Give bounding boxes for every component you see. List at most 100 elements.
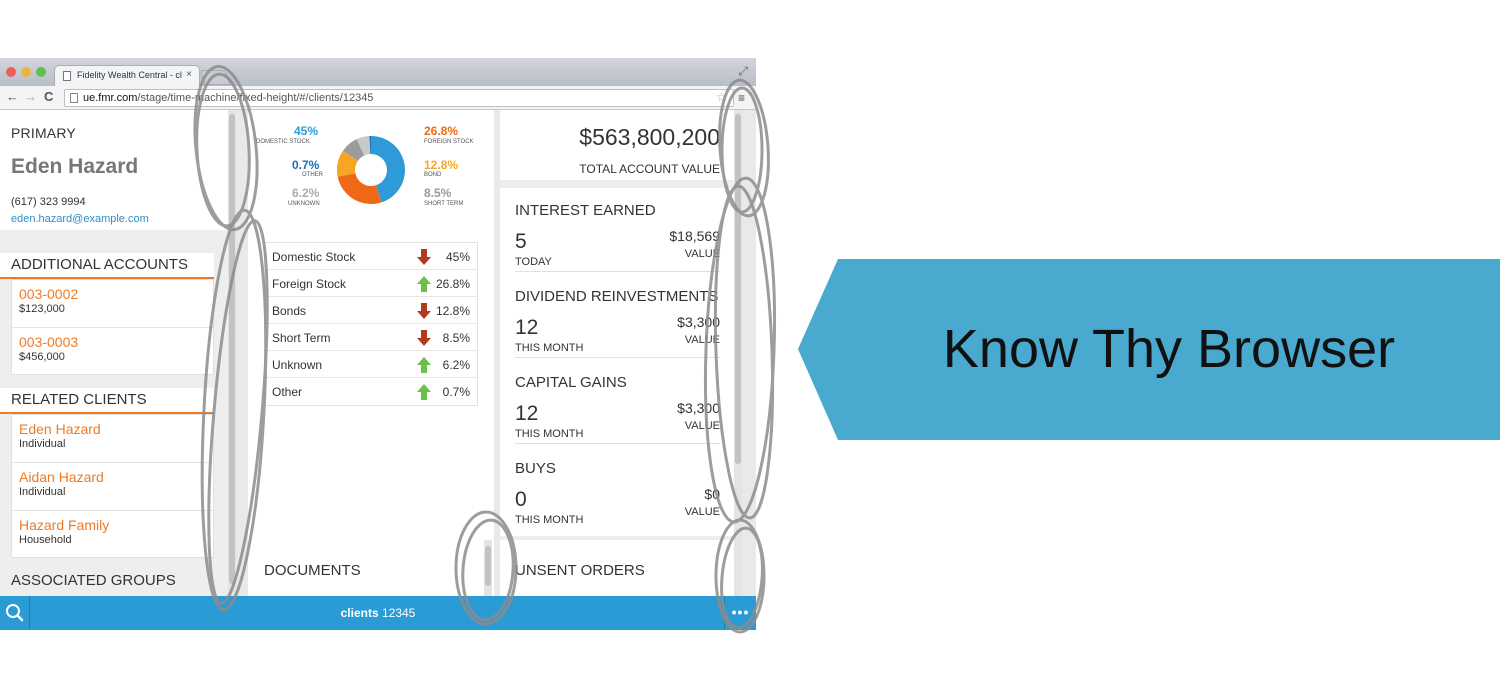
allocation-name: Short Term (272, 331, 331, 345)
allocation-value: 45% (445, 250, 470, 264)
stat-period: TODAY (515, 256, 552, 268)
additional-accounts-list: 003-0002 $123,000 003-0003 $456,000 (11, 279, 214, 375)
unsent-orders-heading: UNSENT ORDERS (515, 562, 645, 579)
stat-period: THIS MONTH (515, 342, 584, 354)
summary-scrollbar[interactable] (734, 110, 742, 596)
account-value: $123,000 (19, 303, 65, 315)
stat-value-label: VALUE (684, 420, 720, 432)
back-arrow-icon[interactable]: ← (6, 89, 19, 104)
account-summary-panel: $563,800,200 TOTAL ACCOUNT VALUE INTERES… (500, 110, 742, 596)
allocation-row[interactable]: Bonds 12.8% (265, 297, 477, 324)
documents-scrollbar[interactable] (484, 540, 492, 596)
address-bar[interactable]: ue.fmr.com/stage/time-machine/fixed-heig… (64, 89, 734, 107)
stat-value-label: VALUE (684, 506, 720, 518)
close-window-button[interactable] (6, 67, 16, 77)
maximize-window-button[interactable] (36, 67, 46, 77)
bottom-bar-section: clients (340, 606, 379, 620)
new-tab-button[interactable] (199, 70, 231, 85)
stat-value-label: VALUE (684, 248, 720, 260)
related-client-item[interactable]: Eden Hazard Individual (12, 415, 213, 463)
minimize-window-button[interactable] (21, 67, 31, 77)
browser-menu-icon[interactable]: ≡ (738, 91, 745, 105)
stat-divider (515, 443, 720, 444)
allocation-table: Domestic Stock 45% Foreign Stock 26.8% Bonds… (264, 242, 478, 406)
arrow-down-icon (417, 249, 431, 265)
stat-amount: $3,300 (677, 400, 720, 416)
unknown-label: UNKNOWN (288, 201, 320, 207)
allocation-value: 26.8% (435, 277, 470, 291)
allocation-value: 12.8% (435, 304, 470, 318)
bookmark-star-icon[interactable]: ☆ (716, 90, 727, 104)
tab-title: Fidelity Wealth Central - cl (77, 70, 182, 80)
other-label: OTHER (302, 172, 323, 178)
more-options-button[interactable]: ••• (724, 596, 756, 630)
stat-period: THIS MONTH (515, 428, 584, 440)
client-email[interactable]: eden.hazard@example.com (11, 213, 149, 225)
bond-pct: 12.8% (424, 158, 459, 172)
stat-heading: CAPITAL GAINS (515, 374, 627, 391)
account-item[interactable]: 003-0003 $456,000 (12, 328, 213, 376)
browser-titlebar: Fidelity Wealth Central - cl × ⤢ (0, 58, 756, 86)
tab-close-icon[interactable]: × (186, 69, 192, 80)
allocation-row[interactable]: Other 0.7% (265, 378, 477, 405)
arrow-down-icon (417, 330, 431, 346)
allocation-name: Unknown (272, 358, 323, 372)
stat-heading: DIVIDEND REINVESTMENTS (515, 288, 719, 305)
primary-client-card: PRIMARY Eden Hazard (617) 323 9994 eden.… (0, 110, 232, 230)
stat-period: THIS MONTH (515, 514, 584, 526)
related-client-type: Individual (19, 438, 66, 450)
related-clients-heading: RELATED CLIENTS (0, 388, 214, 412)
url-path: /stage/time-machine/fixed-height/#/clien… (137, 92, 374, 104)
allocation-value: 8.5% (442, 331, 470, 345)
allocation-donut-chart (337, 136, 405, 204)
client-name: Eden Hazard (11, 155, 139, 178)
activity-stats-card: INTEREST EARNED 5 TODAY $18,569 VALUE DIVIDEN… (500, 188, 734, 536)
slide: Fidelity Wealth Central - cl × ⤢ ← → C u… (0, 0, 1500, 690)
domestic-pct: 45% (294, 124, 319, 138)
documents-scrollbar-thumb[interactable] (485, 546, 491, 586)
account-item[interactable]: 003-0002 $123,000 (12, 280, 213, 328)
fullscreen-icon[interactable]: ⤢ (738, 64, 748, 79)
allocation-value: 0.7% (442, 385, 470, 399)
sidebar-scrollbar-thumb[interactable] (229, 114, 235, 584)
documents-heading: DOCUMENTS (264, 562, 361, 579)
browser-toolbar: ← → C ue.fmr.com/stage/time-machine/fixe… (0, 86, 756, 110)
arrow-up-icon (417, 384, 431, 400)
related-client-item[interactable]: Aidan Hazard Individual (12, 463, 213, 511)
unknown-pct: 6.2% (292, 186, 320, 200)
stat-amount: $3,300 (677, 314, 720, 330)
unsent-orders-card: UNSENT ORDERS (500, 540, 734, 596)
allocation-name: Bonds (272, 304, 307, 318)
allocation-value: 6.2% (442, 358, 470, 372)
callout-text: Know Thy Browser (942, 319, 1396, 379)
forward-arrow-icon[interactable]: → (24, 89, 37, 104)
total-account-amount: $563,800,200 (579, 124, 720, 150)
account-id: 003-0002 (19, 286, 79, 302)
foreign-label: FOREIGN STOCK (424, 139, 474, 145)
summary-scrollbar-thumb[interactable] (735, 114, 741, 464)
allocation-name: Other (272, 385, 303, 399)
allocation-row[interactable]: Foreign Stock 26.8% (265, 270, 477, 297)
related-client-item[interactable]: Hazard Family Household (12, 511, 213, 559)
browser-window: Fidelity Wealth Central - cl × ⤢ ← → C u… (0, 58, 756, 630)
related-client-name: Aidan Hazard (19, 469, 104, 485)
primary-label: PRIMARY (11, 125, 76, 141)
stat-heading: INTEREST EARNED (515, 202, 656, 219)
allocation-panel: 45% DOMESTIC STOCK 0.7% OTHER 6.2% UNKNO… (248, 110, 494, 596)
allocation-row[interactable]: Domestic Stock 45% (265, 243, 477, 270)
allocation-row[interactable]: Short Term 8.5% (265, 324, 477, 351)
stat-heading: BUYS (515, 460, 556, 477)
page-icon (63, 71, 71, 81)
allocation-name: Domestic Stock (272, 250, 356, 264)
related-client-name: Hazard Family (19, 517, 110, 533)
browser-tab[interactable]: Fidelity Wealth Central - cl × (54, 65, 200, 86)
account-id: 003-0003 (19, 334, 79, 350)
allocation-name: Foreign Stock (272, 277, 347, 291)
domestic-label: DOMESTIC STOCK (256, 139, 310, 145)
additional-accounts-heading: ADDITIONAL ACCOUNTS (0, 253, 214, 277)
allocation-row[interactable]: Unknown 6.2% (265, 351, 477, 378)
stat-divider (515, 357, 720, 358)
reload-icon[interactable]: C (44, 89, 53, 104)
client-sidebar: PRIMARY Eden Hazard (617) 323 9994 eden.… (0, 110, 236, 596)
sidebar-scrollbar[interactable] (228, 110, 236, 596)
